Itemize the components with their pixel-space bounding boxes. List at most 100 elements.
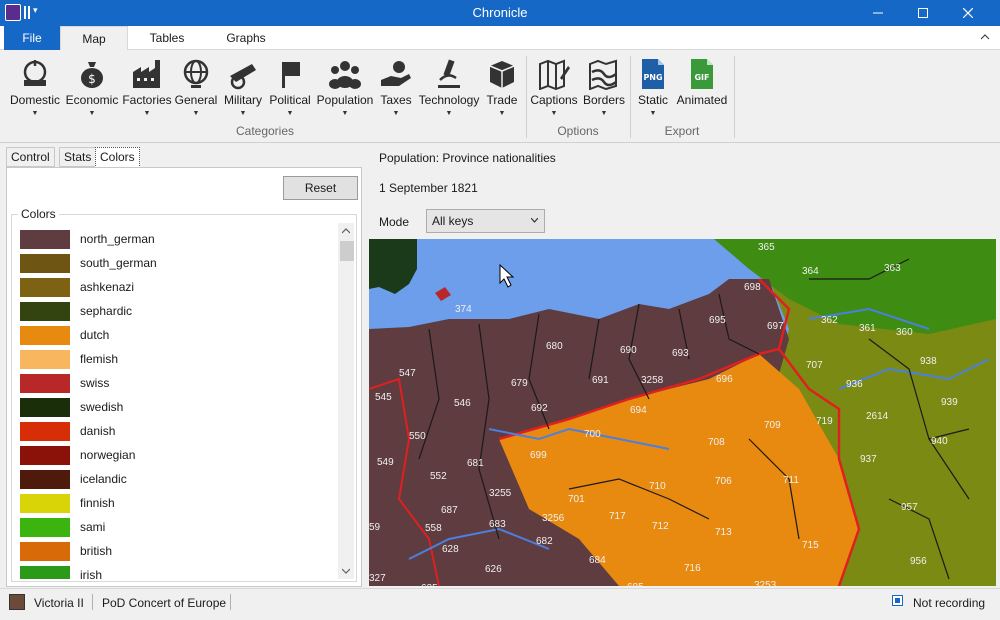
color-row[interactable]: dutch xyxy=(16,323,336,347)
political-button[interactable]: Political ▼ xyxy=(268,56,312,124)
tab-map[interactable]: Map xyxy=(60,26,128,51)
color-swatch[interactable] xyxy=(20,278,70,297)
color-name: dutch xyxy=(80,328,110,342)
province-label: 956 xyxy=(910,556,927,567)
tab-stats[interactable]: Stats xyxy=(59,147,97,167)
province-label: 691 xyxy=(592,375,609,386)
tab-colors[interactable]: Colors xyxy=(95,147,140,168)
color-row[interactable]: british xyxy=(16,539,336,563)
close-button[interactable] xyxy=(945,0,991,26)
color-row[interactable]: swiss xyxy=(16,371,336,395)
captions-button[interactable]: Captions ▼ xyxy=(529,56,579,124)
tab-tables[interactable]: Tables xyxy=(130,26,204,50)
collapse-ribbon-icon[interactable] xyxy=(980,32,990,42)
tab-file[interactable]: File xyxy=(4,26,60,50)
reset-button[interactable]: Reset xyxy=(283,176,358,200)
color-row[interactable]: ashkenazi xyxy=(16,275,336,299)
military-button[interactable]: Military ▼ xyxy=(221,56,265,124)
tab-graphs[interactable]: Graphs xyxy=(206,26,286,50)
color-swatch[interactable] xyxy=(20,254,70,273)
color-swatch[interactable] xyxy=(20,494,70,513)
color-swatch[interactable] xyxy=(20,374,70,393)
province-map[interactable]: 365 364 363 698 374 695 697 362 361 360 680 690 693 7… xyxy=(369,239,996,586)
tab-control[interactable]: Control xyxy=(6,147,55,167)
colors-scrollbar[interactable] xyxy=(338,223,354,579)
color-swatch[interactable] xyxy=(20,518,70,537)
factory-icon xyxy=(133,60,160,88)
color-row[interactable]: sephardic xyxy=(16,299,336,323)
taxes-label: Taxes xyxy=(380,93,412,107)
province-label: 713 xyxy=(715,527,732,538)
color-swatch[interactable] xyxy=(20,326,70,345)
mode-select-value: All keys xyxy=(432,214,474,228)
color-row[interactable]: finnish xyxy=(16,491,336,515)
map-borders-icon xyxy=(589,59,617,90)
chevron-down-icon: ▼ xyxy=(286,110,294,117)
province-label: 701 xyxy=(568,494,585,505)
color-swatch[interactable] xyxy=(20,230,70,249)
province-label: 693 xyxy=(672,348,689,359)
province-label: 59 xyxy=(369,522,381,533)
domestic-button[interactable]: Domestic ▼ xyxy=(8,56,62,124)
province-label: 626 xyxy=(485,564,502,575)
color-row[interactable]: norwegian xyxy=(16,443,336,467)
taxes-button[interactable]: Taxes ▼ xyxy=(376,56,416,124)
mode-select[interactable]: All keys xyxy=(426,209,545,233)
technology-button[interactable]: Technology ▼ xyxy=(417,56,481,124)
color-row[interactable]: icelandic xyxy=(16,467,336,491)
color-row[interactable]: south_german xyxy=(16,251,336,275)
color-swatch[interactable] xyxy=(20,422,70,441)
factories-button[interactable]: Factories ▼ xyxy=(122,56,172,124)
chevron-down-icon: ▼ xyxy=(392,110,400,117)
general-button[interactable]: General ▼ xyxy=(174,56,218,124)
colors-list: north_german south_german ashkenazi sephard… xyxy=(16,227,336,579)
record-icon[interactable] xyxy=(892,595,903,606)
minimize-button[interactable] xyxy=(855,0,901,26)
color-name: finnish xyxy=(80,496,115,510)
province-label: 938 xyxy=(920,356,937,367)
population-button[interactable]: Population ▼ xyxy=(314,56,376,124)
color-name: flemish xyxy=(80,352,119,366)
animated-export-button[interactable]: GIF Animated xyxy=(674,56,730,124)
province-label: 683 xyxy=(489,519,506,530)
province-label: 957 xyxy=(901,502,918,513)
colors-group-label: Colors xyxy=(18,207,59,221)
color-row[interactable]: flemish xyxy=(16,347,336,371)
color-row[interactable]: danish xyxy=(16,419,336,443)
static-export-button[interactable]: PNG Static ▼ xyxy=(634,56,672,124)
color-swatch[interactable] xyxy=(20,398,70,417)
categories-group-label: Categories xyxy=(235,124,295,138)
color-swatch[interactable] xyxy=(20,446,70,465)
province-label: 546 xyxy=(454,398,471,409)
scroll-thumb[interactable] xyxy=(340,241,354,261)
military-label: Military xyxy=(224,93,262,107)
economic-button[interactable]: $ Economic ▼ xyxy=(65,56,119,124)
scroll-up-button[interactable] xyxy=(338,223,354,239)
window-title: Chronicle xyxy=(472,5,528,20)
political-label: Political xyxy=(269,93,311,107)
province-label: 707 xyxy=(806,360,823,371)
province-label: 684 xyxy=(589,555,606,566)
color-row[interactable]: north_german xyxy=(16,227,336,251)
color-swatch[interactable] xyxy=(20,470,70,489)
color-row[interactable]: sami xyxy=(16,515,336,539)
colors-group: Colors north_german south_german ashkenazi… xyxy=(11,207,357,582)
color-swatch[interactable] xyxy=(20,566,70,579)
scroll-down-button[interactable] xyxy=(338,563,354,579)
maximize-button[interactable] xyxy=(900,0,946,26)
color-swatch[interactable] xyxy=(20,350,70,369)
province-label: 2614 xyxy=(866,411,889,422)
chevron-down-icon: ▼ xyxy=(649,110,657,117)
hand-coin-icon xyxy=(381,61,411,86)
borders-button[interactable]: Borders ▼ xyxy=(581,56,627,124)
province-label: 715 xyxy=(802,540,819,551)
color-swatch[interactable] xyxy=(20,542,70,561)
color-swatch[interactable] xyxy=(20,302,70,321)
color-name: swiss xyxy=(80,376,110,390)
province-label: 692 xyxy=(531,403,548,414)
trade-button[interactable]: Trade ▼ xyxy=(482,56,522,124)
color-row[interactable]: swedish xyxy=(16,395,336,419)
map-title: Population: Province nationalities xyxy=(379,151,556,165)
color-row[interactable]: irish xyxy=(16,563,336,579)
chevron-down-icon: ▼ xyxy=(341,110,349,117)
